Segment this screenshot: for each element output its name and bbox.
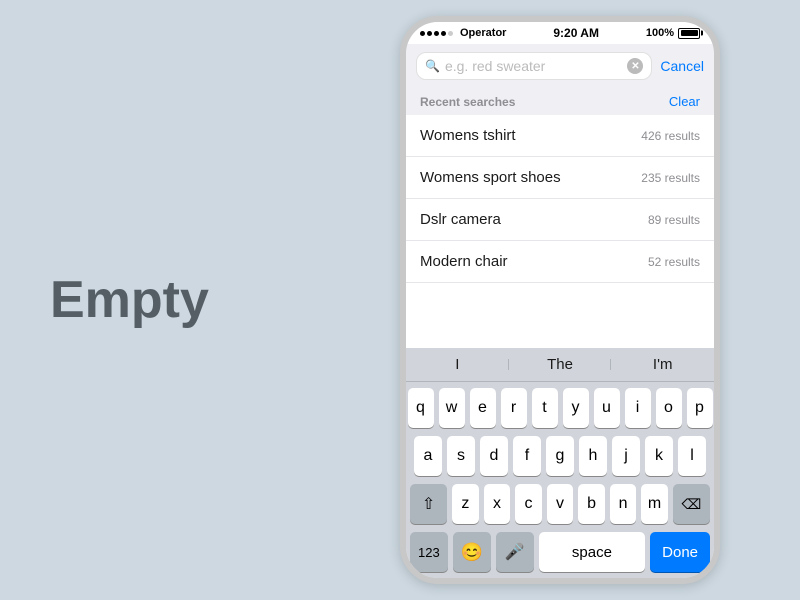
key-t[interactable]: t: [532, 388, 558, 428]
time-label: 9:20 AM: [553, 26, 599, 40]
key-q[interactable]: q: [408, 388, 434, 428]
list-item[interactable]: Dslr camera 89 results: [406, 199, 714, 241]
phone-screen: Operator 9:20 AM 100% 🔍 e.g. red sweater…: [400, 16, 720, 584]
result-count: 235 results: [641, 171, 700, 185]
cancel-button[interactable]: Cancel: [660, 58, 704, 74]
result-name: Dslr camera: [420, 211, 501, 228]
recent-searches-header: Recent searches Clear: [406, 88, 714, 115]
signal-icon: [420, 31, 453, 36]
shift-key[interactable]: ⇧: [410, 484, 447, 524]
battery-icon: [678, 28, 700, 39]
battery-percent: 100%: [646, 27, 674, 39]
key-u[interactable]: u: [594, 388, 620, 428]
result-count: 89 results: [648, 213, 700, 227]
done-key[interactable]: Done: [650, 532, 710, 572]
key-m[interactable]: m: [641, 484, 668, 524]
key-o[interactable]: o: [656, 388, 682, 428]
search-placeholder: e.g. red sweater: [445, 58, 622, 74]
mic-key[interactable]: 🎤: [496, 532, 534, 572]
status-bar-left: Operator: [420, 27, 506, 39]
battery-fill: [681, 30, 698, 36]
result-count: 52 results: [648, 255, 700, 269]
key-row-3: ⇧ z x c v b n m ⌫: [410, 484, 710, 524]
key-rows: q w e r t y u i o p a s d f g: [406, 382, 714, 528]
key-r[interactable]: r: [501, 388, 527, 428]
carrier-label: Operator: [460, 27, 506, 39]
key-row-2: a s d f g h j k l: [410, 436, 710, 476]
key-b[interactable]: b: [578, 484, 605, 524]
key-l[interactable]: l: [678, 436, 706, 476]
status-bar: Operator 9:20 AM 100%: [406, 22, 714, 44]
key-row-1: q w e r t y u i o p: [410, 388, 710, 428]
list-item[interactable]: Modern chair 52 results: [406, 241, 714, 283]
key-n[interactable]: n: [610, 484, 637, 524]
key-g[interactable]: g: [546, 436, 574, 476]
content-area: Recent searches Clear Womens tshirt 426 …: [406, 88, 714, 348]
key-k[interactable]: k: [645, 436, 673, 476]
key-h[interactable]: h: [579, 436, 607, 476]
emoji-key[interactable]: 😊: [453, 532, 491, 572]
key-a[interactable]: a: [414, 436, 442, 476]
keyboard-bottom-row: 123 😊 🎤 space Done: [406, 528, 714, 578]
key-j[interactable]: j: [612, 436, 640, 476]
key-f[interactable]: f: [513, 436, 541, 476]
backspace-key[interactable]: ⌫: [673, 484, 710, 524]
result-name: Womens sport shoes: [420, 169, 561, 186]
space-key[interactable]: space: [539, 532, 645, 572]
clear-input-button[interactable]: ✕: [627, 58, 643, 74]
key-y[interactable]: y: [563, 388, 589, 428]
search-icon: 🔍: [425, 59, 440, 73]
key-v[interactable]: v: [547, 484, 574, 524]
keyboard: I The I'm q w e r t y u i o p: [406, 348, 714, 578]
status-bar-right: 100%: [646, 27, 700, 39]
result-name: Modern chair: [420, 253, 508, 270]
search-input-wrapper[interactable]: 🔍 e.g. red sweater ✕: [416, 52, 652, 80]
key-e[interactable]: e: [470, 388, 496, 428]
list-item[interactable]: Womens sport shoes 235 results: [406, 157, 714, 199]
search-bar-area: 🔍 e.g. red sweater ✕ Cancel: [406, 44, 714, 88]
result-count: 426 results: [641, 129, 700, 143]
autocorrect-bar: I The I'm: [406, 348, 714, 382]
clear-button[interactable]: Clear: [669, 94, 700, 109]
autocorrect-suggestion[interactable]: I: [406, 356, 509, 373]
autocorrect-suggestion[interactable]: The: [509, 356, 612, 373]
key-w[interactable]: w: [439, 388, 465, 428]
key-d[interactable]: d: [480, 436, 508, 476]
empty-label: Empty: [0, 270, 380, 330]
key-x[interactable]: x: [484, 484, 511, 524]
key-z[interactable]: z: [452, 484, 479, 524]
result-name: Womens tshirt: [420, 127, 516, 144]
recent-searches-title: Recent searches: [420, 95, 515, 109]
key-p[interactable]: p: [687, 388, 713, 428]
key-s[interactable]: s: [447, 436, 475, 476]
key-i[interactable]: i: [625, 388, 651, 428]
phone-mockup: Operator 9:20 AM 100% 🔍 e.g. red sweater…: [380, 16, 740, 584]
number-key[interactable]: 123: [410, 532, 448, 572]
autocorrect-suggestion[interactable]: I'm: [611, 356, 714, 373]
key-c[interactable]: c: [515, 484, 542, 524]
list-item[interactable]: Womens tshirt 426 results: [406, 115, 714, 157]
